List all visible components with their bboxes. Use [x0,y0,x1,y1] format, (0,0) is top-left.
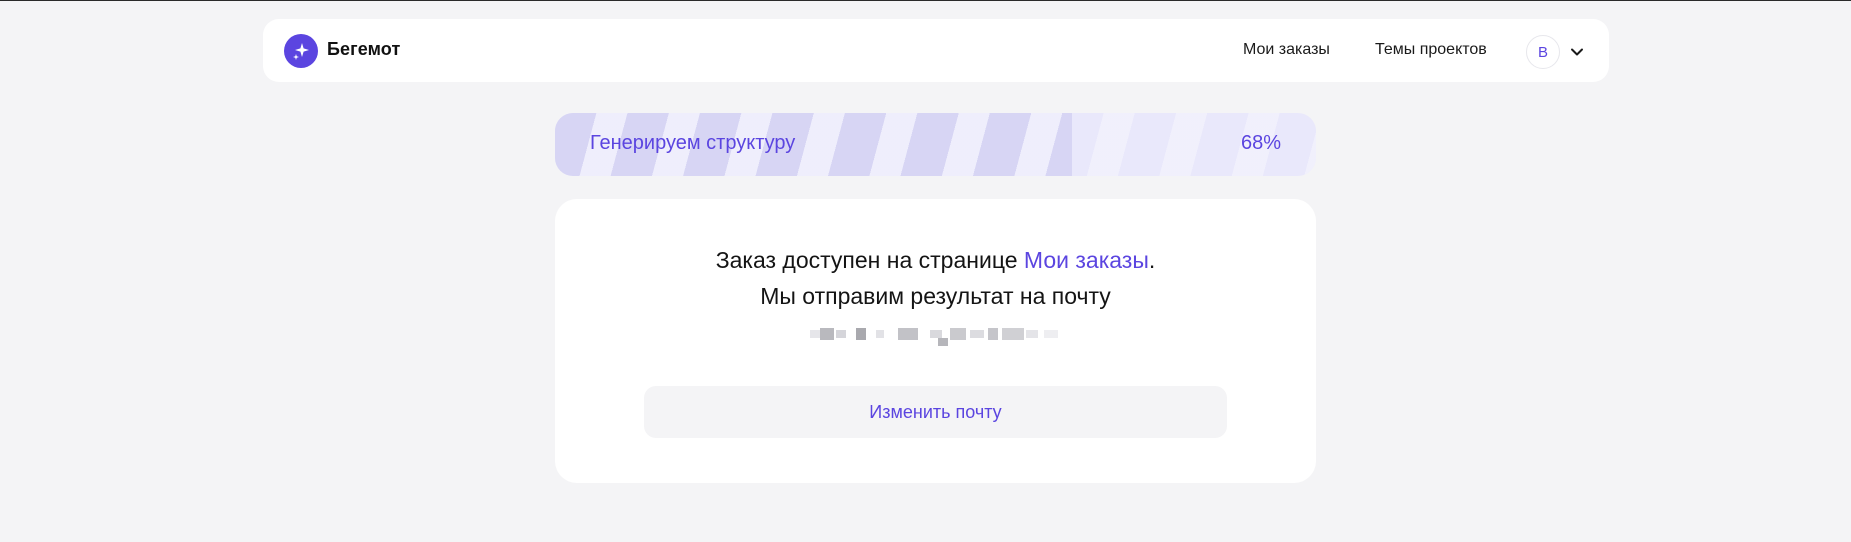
nav-my-orders[interactable]: Мои заказы [1243,41,1330,59]
redaction-block [1044,330,1058,338]
redaction-block [970,330,984,338]
window-top-border [0,0,1851,1]
redaction-block [810,330,820,338]
redaction-block [988,328,998,340]
message-period: . [1148,247,1156,273]
avatar[interactable]: В [1526,35,1560,69]
redaction-block [930,330,942,338]
redaction-block [836,330,846,338]
progress-percent: 68% [1240,132,1281,154]
top-header: Бегемот Мои заказы Темы проектов В [263,19,1609,82]
order-available-message: Заказ доступен на странице Мои заказы. [555,247,1316,274]
nav-project-themes[interactable]: Темы проектов [1375,41,1487,59]
message-text: Заказ доступен на странице [715,247,1024,273]
sparkle-icon[interactable] [284,34,318,68]
order-status-card: Заказ доступен на странице Мои заказы. М… [555,199,1316,483]
email-notice-message: Мы отправим результат на почту [760,283,1111,309]
chevron-down-icon[interactable] [1567,42,1587,62]
generation-progress-bar: Генерируем структуру 68% [555,113,1316,176]
redaction-block [950,328,966,340]
redaction-block [820,328,834,340]
redaction-block [938,338,948,346]
redaction-block [898,328,918,340]
redacted-email [810,320,1062,350]
redaction-block [1026,330,1038,338]
redaction-block [856,328,866,340]
progress-label: Генерируем структуру [590,132,796,154]
redaction-block [1002,328,1024,340]
brand-name[interactable]: Бегемот [327,39,400,60]
redaction-block [876,330,884,338]
my-orders-link[interactable]: Мои заказы [1024,247,1149,273]
change-email-button[interactable]: Изменить почту [644,386,1227,438]
